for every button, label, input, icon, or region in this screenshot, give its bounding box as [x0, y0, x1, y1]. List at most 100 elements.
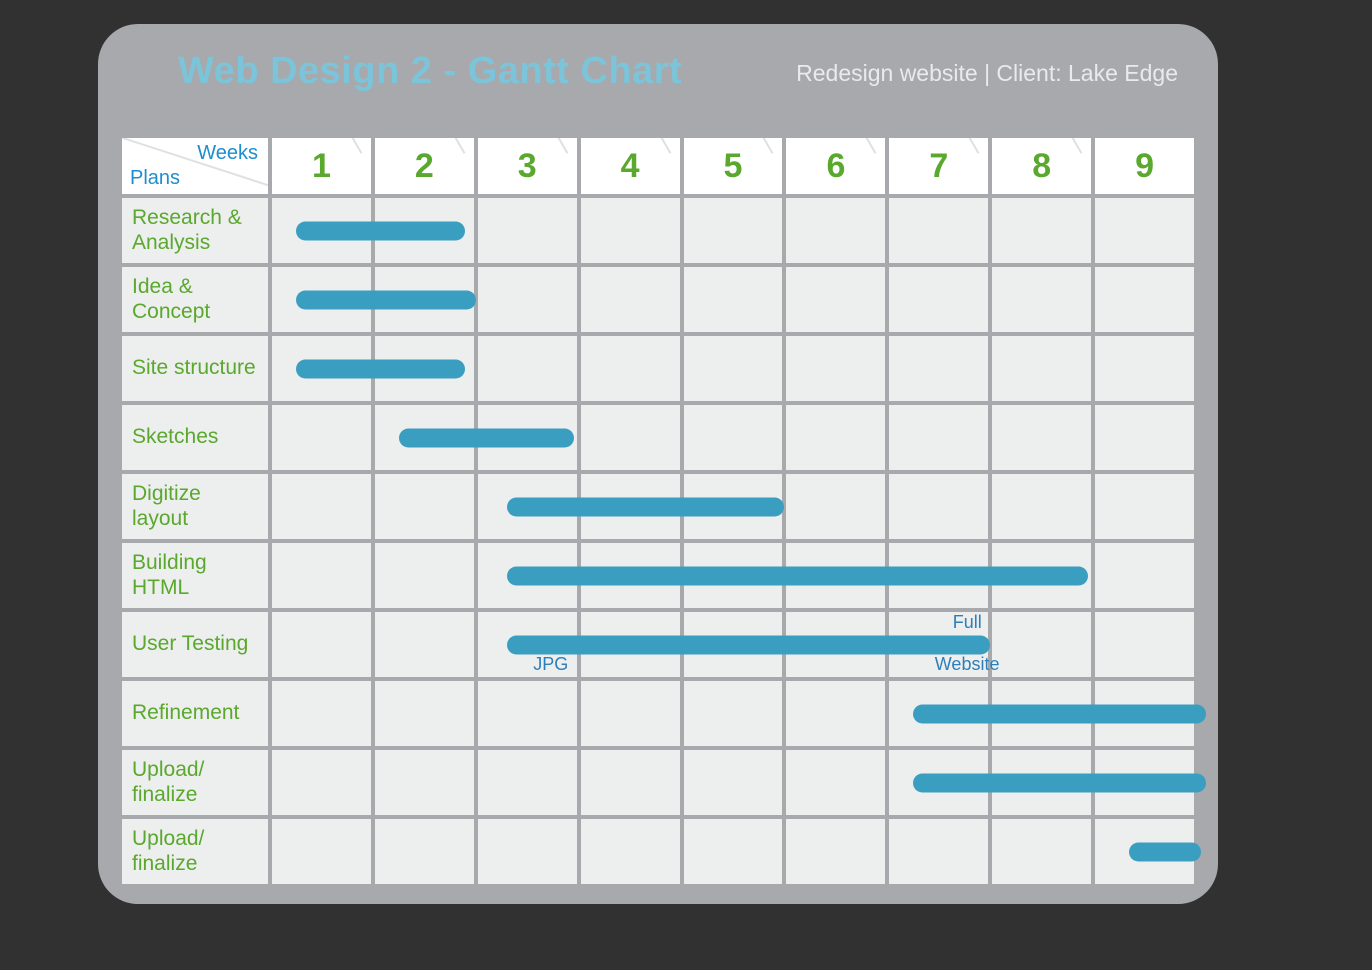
week-col-4: 4 — [579, 136, 682, 196]
annotation-website: Website — [935, 654, 1000, 675]
grid-cell — [682, 196, 785, 265]
grid-cell — [270, 610, 373, 679]
gantt-chart-canvas: Web Design 2 - Gantt Chart Redesign webs… — [98, 24, 1218, 904]
grid-cell — [1093, 334, 1196, 403]
grid-cell — [784, 679, 887, 748]
grid-cell — [887, 334, 990, 403]
grid-cell — [373, 541, 476, 610]
gantt-bar — [507, 635, 991, 654]
task-track — [270, 541, 1196, 610]
chart-subtitle: Redesign website | Client: Lake Edge — [796, 60, 1178, 87]
grid-cell — [373, 472, 476, 541]
task-label: Upload/ finalize — [120, 748, 270, 817]
grid-cell — [270, 541, 373, 610]
task-row: User Testing JPG Full Website — [120, 610, 1196, 679]
task-track: JPG Full Website — [270, 610, 1196, 679]
task-label: Site structure — [120, 334, 270, 403]
task-row: Building HTML — [120, 541, 1196, 610]
grid-cell — [476, 679, 579, 748]
task-row: Refinement — [120, 679, 1196, 748]
gantt-bar — [507, 566, 1088, 585]
annotation-full: Full — [953, 612, 982, 633]
week-col-9: 9 — [1093, 136, 1196, 196]
grid-cell — [373, 748, 476, 817]
week-col-7: 7 — [887, 136, 990, 196]
task-track — [270, 403, 1196, 472]
grid-cell — [270, 817, 373, 886]
week-col-6: 6 — [784, 136, 887, 196]
task-label: Building HTML — [120, 541, 270, 610]
grid-cell — [682, 817, 785, 886]
task-row: Site structure — [120, 334, 1196, 403]
grid-cell — [887, 472, 990, 541]
grid-cell — [784, 472, 887, 541]
week-num: 1 — [312, 147, 331, 186]
gantt-bar — [913, 704, 1206, 723]
week-col-5: 5 — [682, 136, 785, 196]
grid-cell — [682, 334, 785, 403]
task-row: Digitize layout — [120, 472, 1196, 541]
grid-cell — [579, 265, 682, 334]
grid-cell — [579, 817, 682, 886]
task-track — [270, 472, 1196, 541]
grid-cell — [476, 817, 579, 886]
gantt-bar — [296, 359, 466, 378]
grid-cell — [1093, 403, 1196, 472]
task-track — [270, 196, 1196, 265]
grid-cell — [579, 196, 682, 265]
task-label: User Testing — [120, 610, 270, 679]
rows-container: Research & AnalysisIdea & ConceptSite st… — [120, 196, 1196, 886]
gantt-bar — [507, 497, 785, 516]
grid-cell — [990, 196, 1093, 265]
grid-cell — [1093, 610, 1196, 679]
week-col-3: 3 — [476, 136, 579, 196]
gantt-bar — [913, 773, 1206, 792]
task-row: Sketches — [120, 403, 1196, 472]
grid-cell — [682, 679, 785, 748]
grid-cell — [1093, 196, 1196, 265]
grid-cell — [270, 748, 373, 817]
task-row: Upload/ finalize — [120, 748, 1196, 817]
task-track — [270, 817, 1196, 886]
grid-cell — [579, 403, 682, 472]
grid-cell — [887, 196, 990, 265]
task-row: Upload/ finalize — [120, 817, 1196, 886]
grid-cell — [682, 265, 785, 334]
annotation-jpg: JPG — [533, 654, 568, 675]
grid-cell — [887, 265, 990, 334]
task-row: Idea & Concept — [120, 265, 1196, 334]
grid-cell — [990, 472, 1093, 541]
week-col-1: 1 — [270, 136, 373, 196]
grid-cell — [887, 817, 990, 886]
grid-cell — [373, 679, 476, 748]
grid-cell — [784, 748, 887, 817]
week-num: 3 — [518, 147, 537, 186]
grid-cell — [784, 817, 887, 886]
task-label: Idea & Concept — [120, 265, 270, 334]
grid-cell — [784, 334, 887, 403]
grid-cell — [579, 679, 682, 748]
task-label: Upload/ finalize — [120, 817, 270, 886]
task-track — [270, 679, 1196, 748]
task-track — [270, 748, 1196, 817]
grid-cell — [682, 748, 785, 817]
week-num: 9 — [1135, 147, 1154, 186]
grid-cell — [990, 334, 1093, 403]
grid-cell — [476, 265, 579, 334]
grid-cell — [1093, 472, 1196, 541]
grid-cell — [990, 265, 1093, 334]
grid-cell — [784, 196, 887, 265]
grid-cell — [270, 403, 373, 472]
task-row: Research & Analysis — [120, 196, 1196, 265]
header: Web Design 2 - Gantt Chart Redesign webs… — [98, 24, 1218, 114]
week-col-2: 2 — [373, 136, 476, 196]
grid-cell — [270, 472, 373, 541]
grid-cell — [476, 334, 579, 403]
plans-label: Plans — [130, 167, 180, 190]
grid-cell — [476, 748, 579, 817]
grid-cell — [373, 610, 476, 679]
gantt-bar — [296, 221, 466, 240]
task-label: Research & Analysis — [120, 196, 270, 265]
week-num: 6 — [826, 147, 845, 186]
task-label: Sketches — [120, 403, 270, 472]
